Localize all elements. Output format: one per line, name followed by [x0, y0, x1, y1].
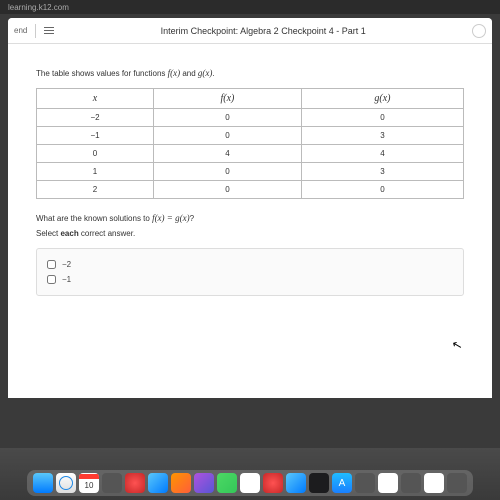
- dock-app-icon[interactable]: [263, 473, 283, 493]
- dock-app-icon[interactable]: [194, 473, 214, 493]
- instruction-bold: each: [60, 229, 78, 238]
- prompt-and: and: [180, 69, 198, 78]
- app-window: end Interim Checkpoint: Algebra 2 Checkp…: [8, 18, 492, 398]
- chrome-icon[interactable]: [424, 473, 444, 493]
- question-text: What are the known solutions to f(x) = g…: [36, 213, 464, 223]
- cell: 0: [154, 109, 302, 127]
- dock-app-icon[interactable]: [125, 473, 145, 493]
- table-row: 044: [37, 145, 464, 163]
- prompt-pre: The table shows values for functions: [36, 69, 168, 78]
- instruction-post: correct answer.: [79, 229, 135, 238]
- browser-url-bar: learning.k12.com: [0, 0, 500, 14]
- toolbar-left-label[interactable]: end: [14, 26, 27, 35]
- header-x: x: [37, 89, 154, 109]
- cell: −1: [37, 127, 154, 145]
- cell: 3: [301, 127, 463, 145]
- toolbar-right-icon[interactable]: [472, 24, 486, 38]
- app-toolbar: end Interim Checkpoint: Algebra 2 Checkp…: [8, 18, 492, 44]
- dock-app-icon[interactable]: [378, 473, 398, 493]
- answer-label: −1: [62, 275, 71, 284]
- menu-icon[interactable]: [44, 27, 54, 34]
- safari-icon[interactable]: [56, 473, 76, 493]
- dock-app-icon[interactable]: [102, 473, 122, 493]
- toolbar-left: end: [14, 24, 54, 38]
- question-post: ?: [190, 214, 194, 223]
- macos-dock: 10 A: [27, 470, 473, 496]
- dock-app-icon[interactable]: [148, 473, 168, 493]
- instruction-pre: Select: [36, 229, 60, 238]
- cell: 0: [154, 181, 302, 199]
- prompt-g: g(x): [198, 68, 213, 78]
- answer-choices: −2 −1: [36, 248, 464, 296]
- cell: 1: [37, 163, 154, 181]
- dock-app-icon[interactable]: [217, 473, 237, 493]
- cell: 0: [301, 181, 463, 199]
- calendar-day: 10: [85, 479, 94, 492]
- prompt-post: .: [212, 69, 214, 78]
- trash-icon[interactable]: [447, 473, 467, 493]
- table-header-row: x f(x) g(x): [37, 89, 464, 109]
- prompt-f: f(x): [168, 68, 181, 78]
- dock-app-icon[interactable]: [171, 473, 191, 493]
- appstore-glyph: A: [339, 478, 346, 489]
- values-table: x f(x) g(x) −200 −103 044 103 200: [36, 88, 464, 199]
- cell: 0: [301, 109, 463, 127]
- table-row: −200: [37, 109, 464, 127]
- table-row: 200: [37, 181, 464, 199]
- question-eq: f(x) = g(x): [152, 213, 190, 223]
- cell: 2: [37, 181, 154, 199]
- cell: 3: [301, 163, 463, 181]
- dock-app-icon[interactable]: [401, 473, 421, 493]
- cell: 0: [154, 163, 302, 181]
- header-fx: f(x): [154, 89, 302, 109]
- answer-label: −2: [62, 260, 71, 269]
- prompt-text: The table shows values for functions f(x…: [36, 68, 464, 78]
- cell: 4: [301, 145, 463, 163]
- calendar-icon[interactable]: 10: [79, 473, 99, 493]
- url-text: learning.k12.com: [8, 3, 69, 12]
- header-gx: g(x): [301, 89, 463, 109]
- dock-app-icon[interactable]: [240, 473, 260, 493]
- finder-icon[interactable]: [33, 473, 53, 493]
- page-title: Interim Checkpoint: Algebra 2 Checkpoint…: [54, 26, 472, 36]
- question-pre: What are the known solutions to: [36, 214, 152, 223]
- answer-option[interactable]: −2: [47, 257, 453, 272]
- answer-checkbox[interactable]: [47, 275, 56, 284]
- cell: 0: [37, 145, 154, 163]
- table-row: −103: [37, 127, 464, 145]
- answer-checkbox[interactable]: [47, 260, 56, 269]
- apple-tv-icon[interactable]: [309, 473, 329, 493]
- dock-app-icon[interactable]: [355, 473, 375, 493]
- cell: 0: [154, 127, 302, 145]
- instruction-text: Select each correct answer.: [36, 229, 464, 238]
- dock-app-icon[interactable]: [286, 473, 306, 493]
- appstore-icon[interactable]: A: [332, 473, 352, 493]
- question-content: The table shows values for functions f(x…: [8, 44, 492, 398]
- table-row: 103: [37, 163, 464, 181]
- cell: 4: [154, 145, 302, 163]
- toolbar-divider: [35, 24, 36, 38]
- answer-option[interactable]: −1: [47, 272, 453, 287]
- desktop-area: 10 A: [0, 448, 500, 500]
- cell: −2: [37, 109, 154, 127]
